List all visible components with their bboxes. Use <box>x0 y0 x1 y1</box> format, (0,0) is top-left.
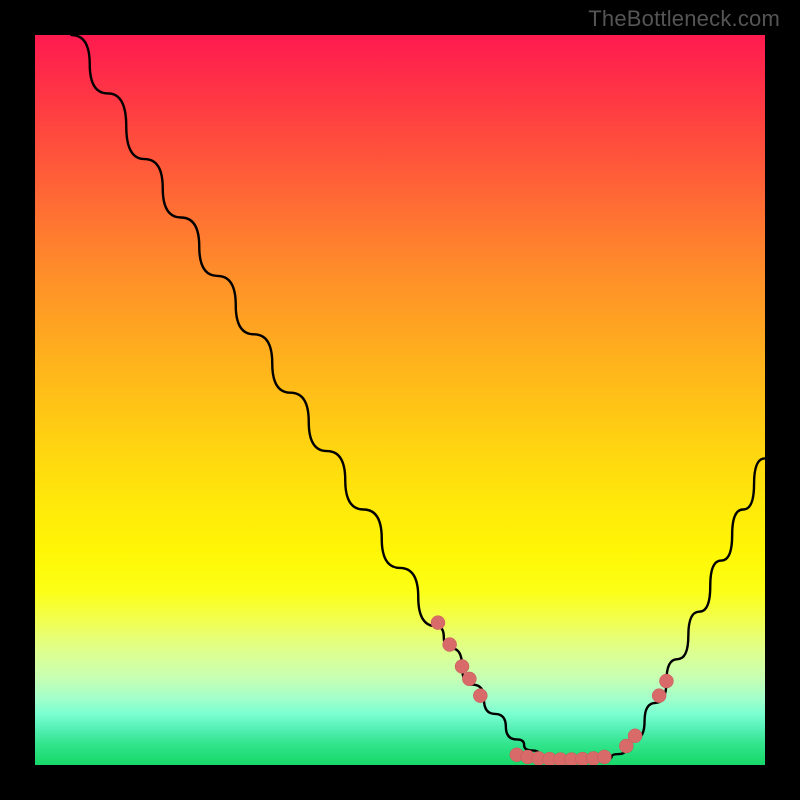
data-marker <box>455 659 469 673</box>
data-marker <box>652 689 666 703</box>
data-marker <box>597 750 611 764</box>
data-marker <box>443 638 457 652</box>
data-marker <box>462 672 476 686</box>
bottleneck-curve <box>72 35 766 760</box>
data-marker <box>628 729 642 743</box>
curve-layer <box>35 35 765 765</box>
data-marker <box>659 674 673 688</box>
chart-frame: TheBottleneck.com <box>0 0 800 800</box>
data-marker <box>431 616 445 630</box>
attribution-text: TheBottleneck.com <box>588 6 780 32</box>
data-marker <box>473 689 487 703</box>
plot-area <box>35 35 765 765</box>
